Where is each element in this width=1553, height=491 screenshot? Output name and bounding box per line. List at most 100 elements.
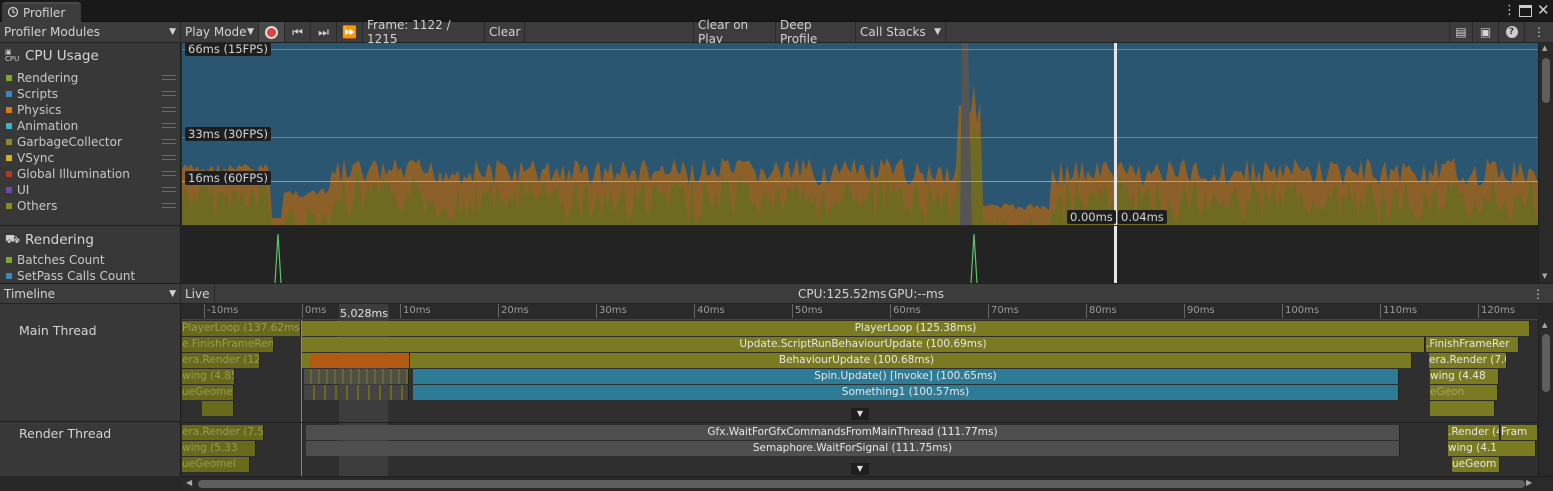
timeline-view-dropdown[interactable]: Timeline ▼	[0, 284, 181, 303]
bar-finishframe-prev[interactable]: e.FinishFrameRende	[182, 337, 274, 352]
more-icon: ⋮	[1532, 286, 1544, 301]
bar-rt-drawing-prev[interactable]: wing (5.33	[182, 441, 256, 456]
drag-handle-icon[interactable]	[162, 187, 176, 192]
bar-geometry-next[interactable]: eGeon	[1430, 385, 1498, 400]
cpu-legend-item[interactable]: VSync	[6, 150, 54, 166]
bar-rt-geometry-next[interactable]: ueGeom	[1452, 457, 1500, 472]
timeline-menu-button[interactable]: ⋮	[1528, 284, 1548, 303]
cpu-legend-item[interactable]: Global Illumination	[6, 166, 130, 182]
rendering-chart[interactable]	[182, 226, 1538, 284]
bar-something1[interactable]: Something1 (100.57ms)	[413, 385, 1399, 400]
drag-handle-icon[interactable]	[162, 171, 176, 176]
profiler-modules-dropdown[interactable]: Profiler Modules ▼	[0, 22, 181, 42]
bar-camera-render-prev[interactable]: era.Render (12.0	[182, 353, 260, 368]
cpu-legend-item[interactable]: Physics	[6, 102, 61, 118]
drag-handle-icon[interactable]	[162, 203, 176, 208]
bar-spin-update[interactable]: Spin.Update() [Invoke] (100.65ms)	[413, 369, 1399, 384]
bar-small-calls[interactable]	[304, 369, 409, 384]
cpu-usage-chart[interactable]: 66ms (15FPS) 33ms (30FPS) 16ms (60FPS) 0…	[182, 43, 1538, 225]
bar-sub-next[interactable]	[1430, 401, 1495, 416]
gridline-label-60fps: 16ms (60FPS)	[185, 171, 271, 185]
rendering-graph	[274, 233, 978, 284]
bar-playerloop[interactable]: PlayerLoop (125.38ms)	[302, 321, 1530, 336]
rendering-legend-item[interactable]: SetPass Calls Count	[6, 268, 135, 284]
toolbar-menu-button[interactable]: ⋮	[1525, 22, 1553, 42]
modules-scrollbar[interactable]: ▲ ▼	[1538, 43, 1553, 283]
current-frame-button[interactable]: ⏩	[337, 22, 363, 42]
profiler-toolbar: Profiler Modules ▼ Play Mode ▼ ⏮ ⏭ ⏩ Fra…	[0, 18, 1553, 46]
drag-handle-icon[interactable]	[162, 123, 176, 128]
last-frame-icon: ⏩	[342, 25, 357, 39]
tab-profiler[interactable]: Profiler	[2, 2, 81, 22]
legend-swatch	[6, 123, 12, 129]
module-list: ▣ CPU CPU Usage Rendering Scripts Physics An…	[0, 43, 181, 283]
legend-swatch	[6, 257, 12, 263]
bar-small-calls-2[interactable]	[304, 385, 409, 400]
save-button[interactable]: ▣	[1473, 22, 1499, 42]
next-frame-button[interactable]: ⏭	[311, 22, 337, 42]
maximize-icon[interactable]	[1519, 5, 1532, 17]
expand-render-thread-icon[interactable]: ▼	[851, 463, 869, 475]
cpu-legend-item[interactable]: Animation	[6, 118, 78, 134]
bar-drawing-prev[interactable]: wing (4.85	[182, 369, 235, 384]
main-thread-label[interactable]: Main Thread	[19, 323, 97, 338]
timeline-ruler[interactable]: -10ms 0ms 10ms 20ms 30ms 40ms 50ms 60ms 70ms 80ms…	[182, 304, 1538, 320]
more-icon[interactable]: ⋮	[1503, 3, 1516, 18]
legend-label: Others	[17, 199, 58, 213]
deep-profile-button[interactable]: Deep Profile	[776, 18, 856, 46]
frame-selection-line[interactable]	[1114, 43, 1117, 225]
bar-rt-drawing-next[interactable]: wing (4.1	[1448, 441, 1536, 456]
drag-handle-icon[interactable]	[162, 139, 176, 144]
bar-semaphore[interactable]: Semaphore.WaitForSignal (111.75ms)	[306, 441, 1400, 456]
rendering-legend-item[interactable]: Batches Count	[6, 252, 105, 268]
bar-scriptrunbehaviourupdate[interactable]: Update.ScriptRunBehaviourUpdate (100.69m…	[302, 337, 1425, 352]
clear-button[interactable]: Clear	[485, 22, 525, 42]
help-button[interactable]: ?	[1499, 22, 1525, 42]
bar-camera-render-next[interactable]: era.Render (7.0	[1429, 353, 1507, 368]
bar-playerloop-prev[interactable]: PlayerLoop (137.62ms)	[182, 321, 301, 336]
bar-rt-camera-render-prev[interactable]: era.Render (7.5	[182, 425, 264, 440]
bar-gfx-wait[interactable]: Gfx.WaitForGfxCommandsFromMainThread (11…	[306, 425, 1400, 440]
live-button[interactable]: Live	[181, 284, 215, 303]
close-icon[interactable]: ✕	[1537, 1, 1550, 19]
drag-handle-icon[interactable]	[162, 107, 176, 112]
previous-frame-button[interactable]: ⏮	[285, 22, 311, 42]
rendering-icon: ⛟	[5, 232, 21, 246]
expand-main-thread-icon[interactable]: ▼	[851, 408, 869, 420]
legend-label: Rendering	[17, 71, 79, 85]
ruler-tick-label: 120ms	[1478, 304, 1515, 318]
rendering-module-title[interactable]: ⛟ Rendering	[5, 232, 94, 248]
bar-drawing-next[interactable]: wing (4.48	[1430, 369, 1499, 384]
call-stacks-dropdown[interactable]: Call Stacks ▼	[856, 22, 946, 42]
chevron-down-icon: ▼	[934, 27, 941, 37]
drag-handle-icon[interactable]	[162, 91, 176, 96]
bar-behaviourupdate[interactable]: BehaviourUpdate (100.68ms)	[302, 353, 1412, 368]
clear-on-play-button[interactable]: Clear on Play	[693, 18, 776, 46]
timeline-horizontal-scrollbar[interactable]: ◀ ▶	[182, 476, 1553, 491]
timeline-vertical-scrollbar[interactable]: ▲	[1538, 320, 1553, 476]
bar-physics-segment[interactable]	[310, 353, 410, 368]
render-thread-label[interactable]: Render Thread	[19, 426, 111, 441]
bar-finishframe-next[interactable]: .FinishFrameRer	[1426, 337, 1519, 352]
drag-handle-icon[interactable]	[162, 75, 176, 80]
record-button[interactable]	[259, 22, 285, 42]
live-label: Live	[185, 286, 210, 301]
load-button[interactable]: ▤	[1449, 22, 1473, 42]
drag-handle-icon[interactable]	[162, 155, 176, 160]
bar-sub-prev[interactable]	[202, 401, 234, 416]
bar-rt-render-next[interactable]: .Render (4	[1448, 425, 1500, 440]
play-mode-dropdown[interactable]: Play Mode ▼	[181, 22, 259, 42]
cpu-legend-item[interactable]: GarbageCollector	[6, 134, 122, 150]
cpu-legend-item[interactable]: Rendering	[6, 70, 78, 86]
selection-duration: 5.028ms	[339, 307, 389, 320]
bar-geometry-prev[interactable]: ueGeome	[182, 385, 234, 400]
clear-on-play-label: Clear on Play	[698, 18, 749, 46]
bar-rt-frame[interactable]: Fram	[1501, 425, 1538, 440]
cpu-legend-item[interactable]: Others	[6, 198, 57, 214]
cpu-usage-module-title[interactable]: ▣ CPU CPU Usage	[5, 48, 99, 64]
bar-rt-geometry-prev[interactable]: ueGeomel	[182, 457, 250, 472]
timeline-threads[interactable]: PlayerLoop (137.62ms) PlayerLoop (125.38…	[182, 320, 1538, 476]
ruler-tick-label: 10ms	[400, 304, 431, 318]
cpu-legend-item[interactable]: UI	[6, 182, 29, 198]
cpu-legend-item[interactable]: Scripts	[6, 86, 58, 102]
